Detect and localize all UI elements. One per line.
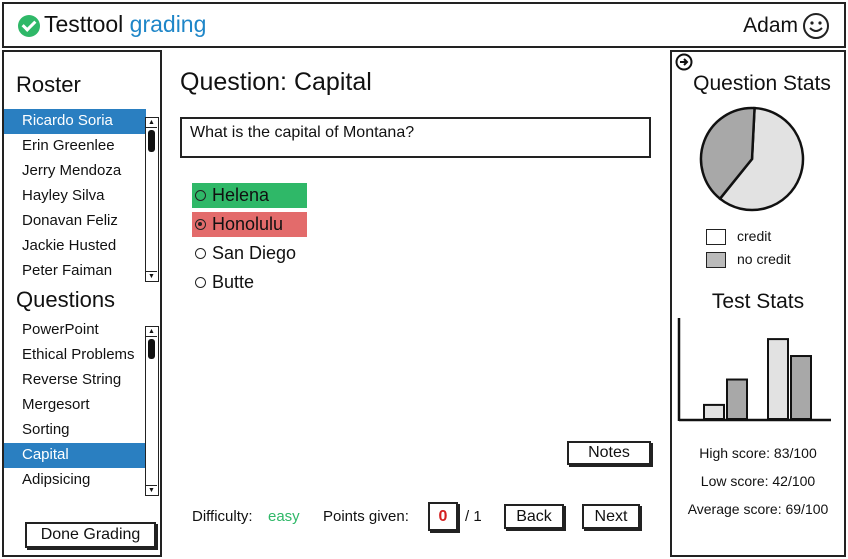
question-stats-title: Question Stats: [693, 72, 831, 95]
bar: [703, 403, 725, 421]
answer-label: Helena: [212, 185, 270, 205]
difficulty-value: easy: [268, 508, 300, 525]
questions-scrollbar[interactable]: ▲ ▼: [145, 326, 159, 496]
bar: [726, 378, 748, 420]
answer-option[interactable]: Helena: [192, 183, 307, 208]
sidebar: Roster Ricardo Soria Erin Greenlee Jerry M…: [2, 50, 162, 557]
difficulty-label: Difficulty:: [192, 508, 253, 525]
radio-icon[interactable]: [195, 277, 206, 288]
answer-option[interactable]: Honolulu: [192, 212, 307, 237]
app-title-main: Testtool: [44, 11, 124, 37]
list-item[interactable]: Mergesort: [4, 393, 146, 418]
list-item[interactable]: PowerPoint: [4, 318, 146, 343]
scroll-thumb[interactable]: [148, 339, 155, 359]
bar-chart: [677, 318, 831, 422]
notes-button[interactable]: Notes: [567, 441, 651, 465]
test-stats-title: Test Stats: [711, 290, 805, 313]
app-title: Testtool grading: [44, 11, 206, 38]
smiley-icon[interactable]: [802, 12, 830, 40]
circle-arrow-right-icon[interactable]: [675, 53, 693, 71]
roster-title: Roster: [16, 72, 81, 97]
points-total: / 1: [465, 508, 482, 525]
legend-label-credit: credit: [737, 228, 772, 244]
pie-chart: [699, 106, 805, 212]
list-item[interactable]: Sorting: [4, 418, 146, 443]
list-item[interactable]: Ricardo Soria: [4, 109, 146, 134]
scroll-up-icon[interactable]: ▲: [146, 327, 157, 337]
list-item[interactable]: Adipsicing: [4, 468, 146, 493]
radio-checked-icon[interactable]: [195, 219, 206, 230]
answer-option[interactable]: Butte: [192, 270, 254, 295]
legend-swatch-credit: [706, 229, 726, 245]
scroll-thumb[interactable]: [148, 130, 155, 152]
points-label: Points given:: [323, 508, 409, 525]
question-text: What is the capital of Montana?: [180, 117, 651, 158]
list-item[interactable]: Donavan Feliz: [4, 209, 146, 234]
roster-list: Ricardo Soria Erin Greenlee Jerry Mendoza H…: [4, 109, 146, 284]
list-item[interactable]: Erin Greenlee: [4, 134, 146, 159]
list-item[interactable]: Reverse String: [4, 368, 146, 393]
questions-title: Questions: [16, 287, 116, 312]
scroll-up-icon[interactable]: ▲: [146, 118, 157, 128]
bar: [767, 338, 789, 421]
app-header: Testtool grading Adam: [2, 2, 846, 48]
app-title-accent: grading: [129, 11, 207, 37]
list-item[interactable]: Hayley Silva: [4, 184, 146, 209]
check-icon: [18, 15, 40, 37]
back-button[interactable]: Back: [504, 504, 564, 529]
list-item[interactable]: Ethical Problems: [4, 343, 146, 368]
user-name[interactable]: Adam: [743, 14, 798, 38]
radio-icon[interactable]: [195, 248, 206, 259]
done-grading-button[interactable]: Done Grading: [25, 522, 156, 548]
scroll-down-icon[interactable]: ▼: [146, 271, 157, 281]
answer-label: Butte: [212, 272, 255, 292]
answer-label: San Diego: [212, 243, 297, 263]
average-score: Average score: 69/100: [687, 501, 829, 517]
page-title: Question: Capital: [180, 68, 372, 96]
roster-scrollbar[interactable]: ▲ ▼: [145, 117, 159, 282]
list-item[interactable]: Jackie Husted: [4, 234, 146, 259]
next-button[interactable]: Next: [582, 504, 640, 529]
questions-list: PowerPoint Ethical Problems Reverse String…: [4, 318, 146, 493]
scroll-down-icon[interactable]: ▼: [146, 485, 157, 495]
bar: [790, 355, 812, 420]
legend-swatch-no-credit: [706, 252, 726, 268]
points-input[interactable]: 0: [428, 502, 458, 531]
list-item[interactable]: Capital: [4, 443, 146, 468]
answer-label: Honolulu: [212, 214, 284, 234]
low-score: Low score: 42/100: [700, 473, 816, 489]
radio-icon[interactable]: [195, 190, 206, 201]
answer-option[interactable]: San Diego: [192, 241, 296, 266]
high-score: High score: 83/100: [699, 445, 817, 461]
legend-label-no-credit: no credit: [737, 251, 791, 267]
list-item[interactable]: Peter Faiman: [4, 259, 146, 284]
list-item[interactable]: Jerry Mendoza: [4, 159, 146, 184]
